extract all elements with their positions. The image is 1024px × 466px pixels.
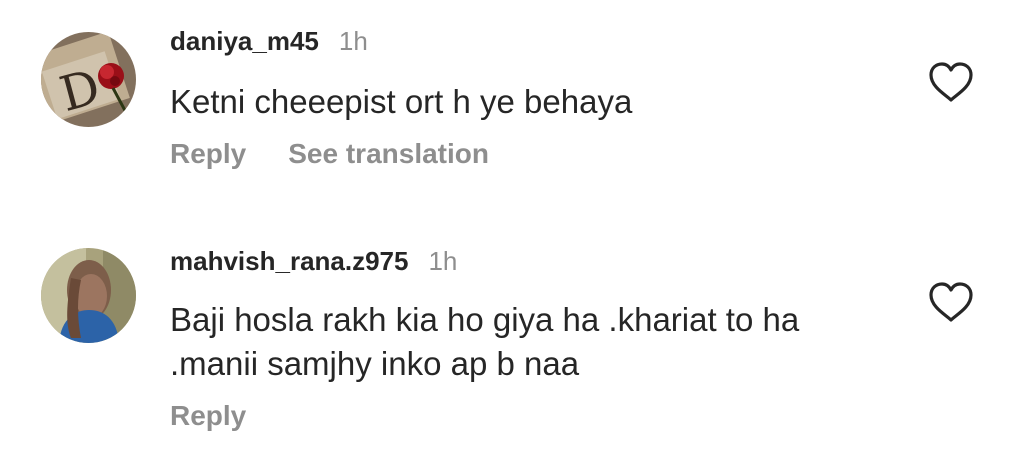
reply-button[interactable]: Reply bbox=[170, 400, 246, 432]
timestamp: 1h bbox=[338, 26, 368, 56]
avatar[interactable]: D bbox=[41, 32, 136, 127]
comment-text: Ketni cheeepist ort h ye behaya bbox=[170, 83, 633, 120]
avatar[interactable] bbox=[41, 248, 136, 343]
avatar-photo bbox=[41, 248, 136, 343]
username[interactable]: mahvish_rana.z975 bbox=[170, 246, 408, 277]
timestamp: 1h bbox=[428, 246, 458, 276]
heart-outline-icon bbox=[929, 282, 973, 322]
reply-button[interactable]: Reply bbox=[170, 138, 246, 170]
like-button[interactable] bbox=[928, 282, 974, 324]
heart-outline-icon bbox=[929, 62, 973, 102]
username[interactable]: daniya_m45 bbox=[170, 26, 319, 57]
comment-actions: Reply bbox=[170, 400, 288, 432]
see-translation-button[interactable]: See translation bbox=[288, 138, 489, 170]
comment-meta: mahvish_rana.z975 1h bbox=[170, 246, 457, 277]
comment-item: mahvish_rana.z975 1h Baji hosla rakh kia… bbox=[0, 230, 1024, 466]
comment-actions: Reply See translation bbox=[170, 138, 531, 170]
comment-text: Baji hosla rakh kia ho giya ha .khariat … bbox=[170, 301, 800, 382]
comment-meta: daniya_m45 1h bbox=[170, 26, 368, 57]
comment-item: D daniya_m45 1h Ketni cheeepist ort h ye… bbox=[0, 0, 1024, 230]
avatar-photo: D bbox=[41, 32, 136, 127]
like-button[interactable] bbox=[928, 62, 974, 104]
